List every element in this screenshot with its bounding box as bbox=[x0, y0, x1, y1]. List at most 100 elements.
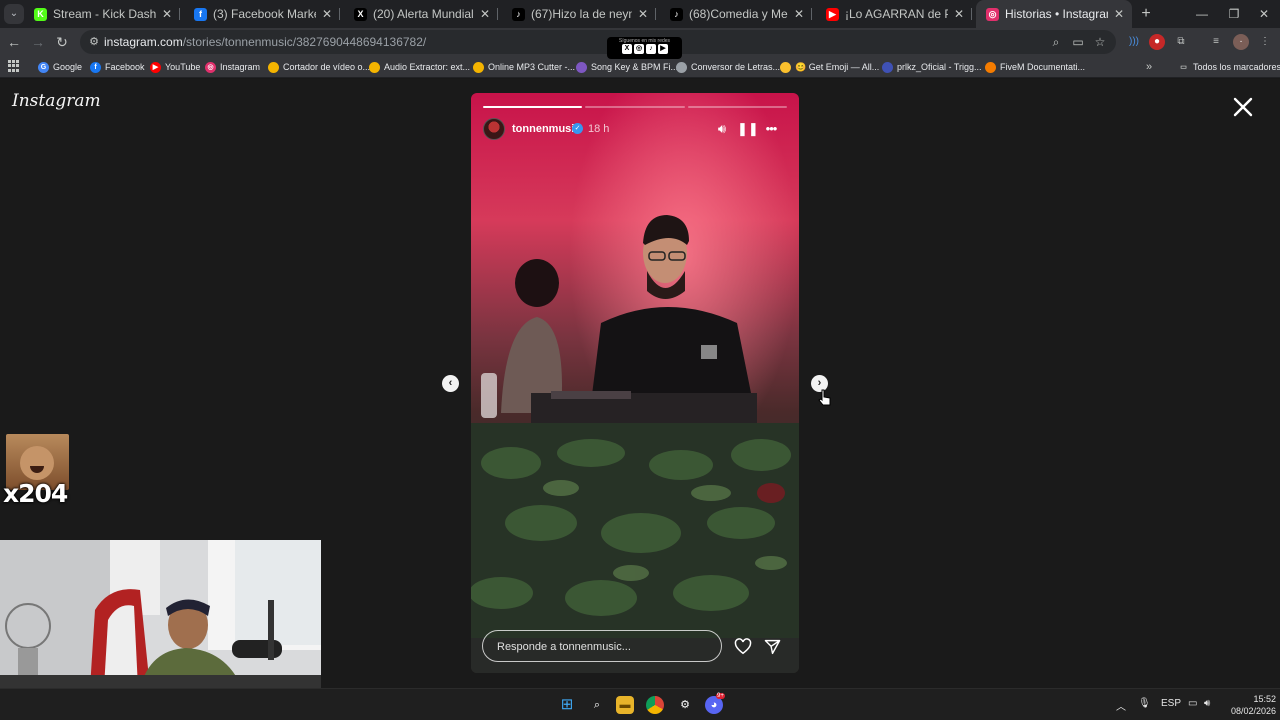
file-explorer-icon[interactable]: ▬ bbox=[616, 696, 634, 714]
close-tab-icon[interactable]: ✕ bbox=[1114, 7, 1124, 21]
more-options-icon[interactable]: ••• bbox=[763, 121, 779, 137]
language-indicator[interactable]: ESP bbox=[1161, 698, 1181, 709]
browser-tab[interactable]: ♪ (67)Hizo la de neymar xd #acu ✕ bbox=[502, 0, 656, 28]
bookmark-item[interactable]: Conversor de Letras... bbox=[676, 59, 780, 75]
close-tab-icon[interactable]: ✕ bbox=[480, 7, 490, 21]
zoom-icon[interactable]: ⌕ bbox=[1048, 34, 1064, 50]
google-icon: G bbox=[38, 61, 49, 73]
previous-story-button[interactable]: ‹ bbox=[442, 375, 459, 392]
progress-segment bbox=[585, 106, 685, 108]
tab-title: (68)Comedia y Memes: La Dive bbox=[689, 7, 788, 21]
browser-tab[interactable]: ♪ (68)Comedia y Memes: La Dive ✕ bbox=[660, 0, 812, 28]
microphone-icon[interactable]: 🎙︎ bbox=[1138, 698, 1151, 709]
bookmark-label: Conversor de Letras... bbox=[691, 62, 781, 72]
windows-start-icon[interactable]: ⊞ bbox=[558, 696, 576, 714]
bookmark-item[interactable]: Song Key & BPM Fi... bbox=[576, 59, 678, 75]
close-tab-icon[interactable]: ✕ bbox=[794, 7, 804, 21]
bookmark-item[interactable]: Online MP3 Cutter -... bbox=[473, 59, 575, 75]
url-text: instagram.com/stories/tonnenmusic/382769… bbox=[104, 35, 427, 49]
bookmark-item[interactable]: ◎ Instagram bbox=[205, 59, 260, 75]
emoji-icon bbox=[780, 61, 791, 73]
windows-taskbar: ⊞ ⌕ ▬ ⚙ ◕ 9+ ︿ 🎙︎ ESP ▭ 🔊︎ 15:52 08/02/2… bbox=[0, 688, 1280, 720]
audio-icon bbox=[369, 61, 380, 73]
speaker-icon[interactable]: 🔊︎ bbox=[1204, 698, 1210, 709]
site-info-icon[interactable]: ⚙ bbox=[86, 34, 102, 50]
bookmarks-overflow-icon[interactable]: » bbox=[1146, 59, 1152, 75]
instagram-logo[interactable]: Instagram bbox=[12, 91, 101, 111]
webcam-feed bbox=[0, 540, 321, 688]
bookmark-item[interactable]: G Google bbox=[38, 59, 82, 75]
bookmark-item[interactable]: 😊 Get Emoji — All... bbox=[780, 59, 879, 75]
story-username[interactable]: tonnenmusic bbox=[512, 123, 580, 135]
share-send-icon[interactable] bbox=[764, 639, 781, 655]
restore-button[interactable]: ❐ bbox=[1218, 0, 1250, 28]
all-bookmarks-folder[interactable]: ▭ Todos los marcadores bbox=[1178, 59, 1280, 75]
bookmark-star-icon[interactable]: ☆ bbox=[1092, 34, 1108, 50]
story-timestamp: 18 h bbox=[588, 123, 610, 135]
instagram-icon: ◎ bbox=[205, 61, 216, 73]
browser-tab[interactable]: X (20) Alerta Mundial en X: " ✕ bbox=[344, 0, 498, 28]
pause-icon[interactable]: ❚❚ bbox=[737, 121, 759, 137]
bookmark-label: prlkz_Oficial - Trigg... bbox=[897, 62, 982, 72]
bookmark-label: YouTube bbox=[165, 62, 201, 72]
search-icon[interactable]: ⌕ bbox=[588, 696, 606, 714]
close-story-icon[interactable] bbox=[1232, 96, 1254, 118]
facebook-icon: f bbox=[90, 61, 101, 73]
tab-title: Historias • Instagram bbox=[1005, 7, 1108, 21]
story-avatar[interactable] bbox=[483, 118, 505, 140]
close-tab-icon[interactable]: ✕ bbox=[638, 7, 648, 21]
close-tab-icon[interactable]: ✕ bbox=[162, 7, 172, 21]
extensions-puzzle-icon[interactable]: ⧉ bbox=[1173, 34, 1189, 50]
forward-button[interactable]: → bbox=[28, 32, 48, 52]
browser-tab[interactable]: ▶ ¡Lo AGARRAN de PIÑ4TA! ✕ bbox=[816, 0, 972, 28]
story-viewer[interactable]: tonnenmusic ✓ 18 h 🔊︎ ❚❚ ••• bbox=[471, 93, 799, 673]
clock-date: 08/02/2026 bbox=[1230, 706, 1276, 716]
tab-title: (20) Alerta Mundial en X: " bbox=[373, 7, 474, 21]
bookmark-item[interactable]: prlkz_Oficial - Trigg... bbox=[882, 59, 982, 75]
browser-tab[interactable]: f (3) Facebook Marketplace | Face ✕ bbox=[184, 0, 340, 28]
instagram-icon: ◎ bbox=[634, 44, 644, 54]
bookmark-item[interactable]: Audio Extractor: ext... bbox=[369, 59, 470, 75]
bookmark-item[interactable]: f Facebook bbox=[90, 59, 145, 75]
volume-icon[interactable]: 🔊︎ bbox=[714, 121, 730, 137]
extension-red-icon[interactable]: ● bbox=[1149, 34, 1165, 50]
reply-field[interactable] bbox=[482, 630, 722, 662]
tab-title: (67)Hizo la de neymar xd #acu bbox=[531, 7, 632, 21]
instagram-icon: ◎ bbox=[986, 7, 999, 21]
tab-search-button[interactable]: ⌄ bbox=[4, 4, 24, 24]
music-icon bbox=[576, 61, 587, 73]
new-tab-button[interactable]: + bbox=[1136, 4, 1156, 24]
bookmark-item[interactable]: FiveM Documentati... bbox=[985, 59, 1085, 75]
bookmark-label: Audio Extractor: ext... bbox=[384, 62, 471, 72]
menu-icon[interactable]: ⋮ bbox=[1257, 34, 1273, 50]
address-bar[interactable]: ⚙ instagram.com/stories/tonnenmusic/3827… bbox=[80, 30, 1116, 54]
close-tab-icon[interactable]: ✕ bbox=[954, 7, 964, 21]
media-controls-icon[interactable]: ≡ bbox=[1208, 34, 1224, 50]
close-window-button[interactable]: ✕ bbox=[1248, 0, 1280, 28]
reply-input[interactable] bbox=[497, 638, 707, 655]
facebook-icon: f bbox=[194, 7, 207, 21]
cast-icon[interactable]: ▭ bbox=[1070, 34, 1086, 50]
discord-badge: 9+ bbox=[716, 693, 725, 699]
settings-gear-icon[interactable]: ⚙ bbox=[676, 696, 694, 714]
close-tab-icon[interactable]: ✕ bbox=[322, 7, 332, 21]
bookmark-item[interactable]: ▶ YouTube bbox=[150, 59, 200, 75]
bookmark-label: Online MP3 Cutter -... bbox=[488, 62, 576, 72]
apps-grid-icon[interactable] bbox=[8, 60, 20, 72]
browser-tab[interactable]: K Stream - Kick Dashboard ✕ bbox=[24, 0, 180, 28]
bookmark-item[interactable]: Cortador de vídeo o... bbox=[268, 59, 370, 75]
cutter-icon bbox=[268, 61, 279, 73]
youtube-icon: ▶ bbox=[826, 7, 839, 21]
profile-avatar[interactable]: · bbox=[1233, 34, 1249, 50]
system-clock[interactable]: 15:52 08/02/2026 bbox=[1222, 693, 1276, 717]
like-heart-icon[interactable] bbox=[734, 638, 752, 655]
chrome-icon[interactable] bbox=[646, 696, 664, 714]
reload-button[interactable]: ↻ bbox=[52, 32, 72, 52]
tray-expand-icon[interactable]: ︿ bbox=[1116, 698, 1126, 713]
back-button[interactable]: ← bbox=[4, 32, 24, 52]
browser-tab[interactable]: ◎ Historias • Instagram ✕ bbox=[976, 0, 1132, 28]
extension-audio-icon[interactable]: ))) bbox=[1126, 34, 1142, 50]
minimize-button[interactable]: — bbox=[1186, 0, 1218, 28]
network-icon[interactable]: ▭ bbox=[1188, 698, 1197, 709]
all-bookmarks-label: Todos los marcadores bbox=[1193, 62, 1280, 72]
